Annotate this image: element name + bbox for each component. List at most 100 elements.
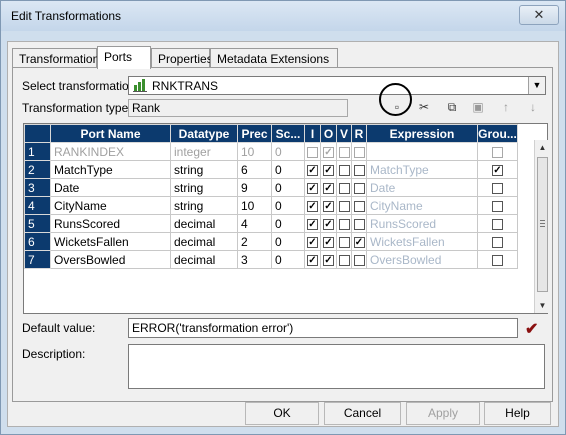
close-button[interactable]: ✕	[519, 5, 559, 25]
column-header[interactable]: Grou...	[477, 124, 518, 143]
ok-button[interactable]: OK	[245, 402, 319, 425]
expression-cell[interactable]: WicketsFallen	[366, 232, 478, 251]
group-by-checkbox[interactable]	[492, 146, 503, 158]
scale-cell[interactable]: 0	[271, 160, 305, 179]
row-number[interactable]: 3	[24, 178, 51, 197]
output-port-checkbox[interactable]: ✓	[323, 254, 334, 266]
group-by-checkbox[interactable]: ✓	[492, 164, 503, 176]
expression-cell[interactable]: CityName	[366, 196, 478, 215]
port-name-cell[interactable]: CityName	[50, 196, 171, 215]
table-row[interactable]: 2 MatchType string 6 0 ✓ ✓ MatchType ✓	[24, 160, 518, 179]
rank-port-checkbox[interactable]	[353, 200, 365, 212]
scale-cell[interactable]: 0	[271, 214, 305, 233]
rank-port-checkbox[interactable]	[353, 218, 365, 230]
precision-cell[interactable]: 6	[237, 160, 272, 179]
variable-port-checkbox[interactable]	[338, 182, 350, 194]
input-port-checkbox[interactable]	[307, 146, 318, 158]
precision-cell[interactable]: 2	[237, 232, 272, 251]
chevron-down-icon[interactable]: ▼	[528, 77, 545, 94]
paste-button[interactable]: ▣	[468, 98, 488, 116]
datatype-cell[interactable]: string	[170, 196, 238, 215]
output-port-checkbox[interactable]: ✓	[323, 200, 334, 212]
variable-port-checkbox[interactable]	[338, 146, 350, 158]
default-value-field[interactable]: ERROR('transformation error')	[128, 318, 518, 338]
column-header[interactable]: O	[320, 124, 337, 143]
input-port-checkbox[interactable]: ✓	[307, 200, 318, 212]
cut-button[interactable]: ✂	[414, 98, 434, 116]
datatype-cell[interactable]: string	[170, 178, 238, 197]
description-field[interactable]	[128, 344, 545, 389]
output-port-checkbox[interactable]: ✓	[323, 182, 334, 194]
column-header[interactable]: Prec	[237, 124, 272, 143]
scale-cell[interactable]: 0	[271, 178, 305, 197]
row-number[interactable]: 6	[24, 232, 51, 251]
input-port-checkbox[interactable]: ✓	[307, 164, 318, 176]
table-row[interactable]: 5 RunsScored decimal 4 0 ✓ ✓ RunsScored	[24, 214, 518, 233]
row-number[interactable]: 5	[24, 214, 51, 233]
rank-port-checkbox[interactable]	[353, 254, 365, 266]
column-header[interactable]: Expression	[366, 124, 478, 143]
row-number[interactable]: 4	[24, 196, 51, 215]
tab-metadata-extensions[interactable]: Metadata Extensions	[210, 48, 338, 68]
output-port-checkbox[interactable]: ✓	[323, 236, 334, 248]
scale-cell[interactable]: 0	[271, 196, 305, 215]
column-header[interactable]: Sc...	[271, 124, 305, 143]
rank-port-checkbox[interactable]	[353, 164, 365, 176]
move-down-button[interactable]: ↓	[523, 98, 543, 116]
table-row[interactable]: 1 RANKINDEX integer 10 0 ✓	[24, 142, 518, 161]
precision-cell[interactable]: 4	[237, 214, 272, 233]
row-number[interactable]: 7	[24, 250, 51, 269]
copy-button[interactable]: ⧉	[442, 98, 462, 116]
precision-cell[interactable]: 3	[237, 250, 272, 269]
column-header[interactable]: I	[304, 124, 321, 143]
tab-transformation[interactable]: Transformation	[12, 48, 99, 68]
expression-cell[interactable]: MatchType	[366, 160, 478, 179]
group-by-checkbox[interactable]	[492, 254, 503, 266]
datatype-cell[interactable]: decimal	[170, 232, 238, 251]
input-port-checkbox[interactable]: ✓	[307, 254, 318, 266]
column-header[interactable]: R	[351, 124, 367, 143]
variable-port-checkbox[interactable]	[338, 236, 350, 248]
expression-cell[interactable]: OversBowled	[366, 250, 478, 269]
input-port-checkbox[interactable]: ✓	[307, 182, 318, 194]
expression-cell[interactable]: Date	[366, 178, 478, 197]
table-row[interactable]: 3 Date string 9 0 ✓ ✓ Date	[24, 178, 518, 197]
group-by-checkbox[interactable]	[492, 200, 503, 212]
port-name-cell[interactable]: Date	[50, 178, 171, 197]
help-button[interactable]: Help	[484, 402, 551, 425]
rank-port-checkbox[interactable]	[353, 146, 365, 158]
scroll-down-icon[interactable]: ▼	[535, 298, 550, 313]
apply-button[interactable]: Apply	[406, 402, 480, 425]
variable-port-checkbox[interactable]	[338, 200, 350, 212]
datatype-cell[interactable]: string	[170, 160, 238, 179]
table-row[interactable]: 6 WicketsFallen decimal 2 0 ✓ ✓ ✓ WicketsFallen	[24, 232, 518, 251]
expression-cell[interactable]: RunsScored	[366, 214, 478, 233]
variable-port-checkbox[interactable]	[338, 164, 350, 176]
select-transformation-dropdown[interactable]: RNKTRANS ▼	[128, 76, 546, 95]
table-row[interactable]: 4 CityName string 10 0 ✓ ✓ CityName	[24, 196, 518, 215]
row-number[interactable]: 1	[24, 142, 51, 161]
scale-cell[interactable]: 0	[271, 232, 305, 251]
group-by-checkbox[interactable]	[492, 236, 503, 248]
port-name-cell[interactable]: RANKINDEX	[50, 142, 171, 161]
output-port-checkbox[interactable]: ✓	[323, 146, 334, 158]
table-row[interactable]: 7 OversBowled decimal 3 0 ✓ ✓ OversBowled	[24, 250, 518, 269]
group-by-checkbox[interactable]	[492, 182, 503, 194]
tab-ports[interactable]: Ports	[97, 46, 151, 69]
scroll-up-icon[interactable]: ▲	[535, 140, 550, 155]
group-by-checkbox[interactable]	[492, 218, 503, 230]
precision-cell[interactable]: 10	[237, 196, 272, 215]
port-name-cell[interactable]: RunsScored	[50, 214, 171, 233]
validate-checkmark-icon[interactable]: ✔	[525, 319, 538, 339]
port-name-cell[interactable]: OversBowled	[50, 250, 171, 269]
scrollbar-thumb[interactable]	[537, 157, 548, 292]
cancel-button[interactable]: Cancel	[324, 402, 401, 425]
precision-cell[interactable]: 9	[237, 178, 272, 197]
expression-cell[interactable]	[366, 142, 478, 161]
datatype-cell[interactable]: integer	[170, 142, 238, 161]
precision-cell[interactable]: 10	[237, 142, 272, 161]
output-port-checkbox[interactable]: ✓	[323, 218, 334, 230]
variable-port-checkbox[interactable]	[338, 254, 350, 266]
datatype-cell[interactable]: decimal	[170, 214, 238, 233]
output-port-checkbox[interactable]: ✓	[323, 164, 334, 176]
